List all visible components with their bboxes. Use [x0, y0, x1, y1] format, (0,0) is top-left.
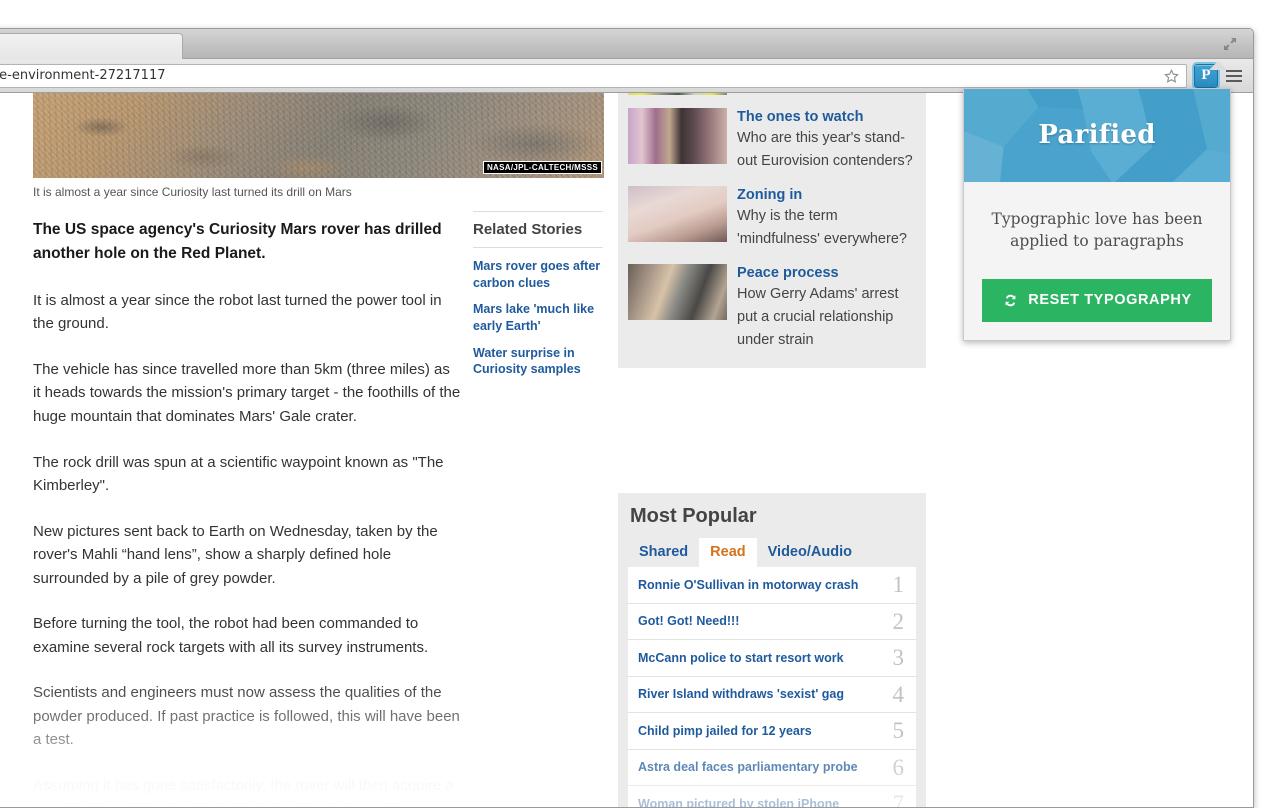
story-label: Child pimp jailed for 12 years — [638, 724, 812, 738]
url-text: ce-environment-27217117 — [0, 68, 166, 83]
story-label: Astra deal faces parliamentary probe — [638, 760, 858, 774]
feature-item[interactable]: The ones to watch Who are this year's st… — [628, 101, 916, 179]
most-popular-tabs: Shared Read Video/Audio — [628, 538, 916, 567]
feature-description: Who are this year's stand-out Eurovision… — [737, 130, 913, 169]
article-intro: The US space agency's Curiosity Mars rov… — [33, 218, 458, 267]
browser-tab[interactable] — [0, 33, 183, 59]
prison-thumbnail — [628, 93, 727, 95]
story-rank: 3 — [893, 646, 905, 669]
story-label: Got! Got! Need!!! — [638, 614, 739, 628]
story-label: River Island withdraws 'sexist' gag — [638, 687, 844, 701]
feature-title[interactable]: Zoning in — [737, 186, 916, 205]
feature-item[interactable]: in an open prison? — [628, 93, 916, 101]
most-popular-row[interactable]: Child pimp jailed for 12 years 5 — [628, 713, 916, 750]
article-paragraph: New pictures sent back to Earth on Wedne… — [33, 520, 461, 591]
reset-typography-label: RESET TYPOGRAPHY — [1028, 292, 1192, 308]
eye-thumbnail — [628, 186, 727, 242]
feature-item[interactable]: Zoning in Why is the term 'mindfulness' … — [628, 179, 916, 257]
most-popular-row[interactable]: Ronnie O'Sullivan in motorway crash 1 — [628, 567, 916, 604]
most-popular-row[interactable]: Woman pictured by stolen iPhone 7 — [628, 786, 916, 807]
parified-header: Parified — [964, 89, 1230, 182]
story-rank: 1 — [893, 573, 905, 596]
address-bar[interactable]: ce-environment-27217117 — [0, 64, 1187, 88]
most-popular-list: Ronnie O'Sullivan in motorway crash 1 Go… — [628, 567, 916, 807]
parified-body: Typographic love has been applied to par… — [964, 182, 1230, 340]
parified-brand-title: Parified — [964, 89, 1230, 182]
features-column: in an open prison? The ones to watch Who… — [618, 93, 926, 368]
divider — [473, 247, 603, 248]
related-story-link[interactable]: Mars rover goes after carbon clues — [473, 258, 603, 291]
star-icon[interactable] — [1163, 68, 1180, 85]
photo-credit: NASA/JPL-CALTECH/MSSS — [483, 161, 602, 174]
article-column: NASA/JPL-CALTECH/MSSS It is almost a yea… — [33, 93, 473, 807]
mars-drill-photo: NASA/JPL-CALTECH/MSSS — [33, 93, 604, 178]
related-stories-title: Related Stories — [473, 221, 603, 247]
related-story-link[interactable]: Mars lake 'much like early Earth' — [473, 301, 603, 334]
feature-item[interactable]: Peace process How Gerry Adams' arrest pu… — [628, 257, 916, 358]
related-stories: Related Stories Mars rover goes after ca… — [473, 211, 603, 388]
article-paragraph: Before turning the tool, the robot had b… — [33, 612, 461, 659]
story-rank: 2 — [893, 610, 905, 633]
feature-description: How Gerry Adams' arrest put a crucial re… — [737, 286, 899, 348]
article-paragraph: Assuming it has gone satisfactorily, the… — [33, 774, 461, 807]
most-popular-row[interactable]: Got! Got! Need!!! 2 — [628, 604, 916, 641]
photo-caption: It is almost a year since Curiosity last… — [33, 178, 463, 201]
reset-typography-button[interactable]: RESET TYPOGRAPHY — [982, 279, 1212, 322]
story-label: Ronnie O'Sullivan in motorway crash — [638, 578, 858, 592]
related-story-link[interactable]: Water surprise in Curiosity samples — [473, 345, 603, 378]
most-popular-panel: Most Popular Shared Read Video/Audio Ron… — [618, 493, 926, 807]
story-rank: 6 — [893, 756, 905, 779]
story-label: Woman pictured by stolen iPhone — [638, 797, 839, 807]
tab-video-audio[interactable]: Video/Audio — [757, 538, 863, 567]
article-paragraph: The rock drill was spun at a scientific … — [33, 451, 461, 498]
eurovision-thumbnail — [628, 108, 727, 164]
refresh-icon — [1002, 292, 1019, 309]
parified-status-message: Typographic love has been applied to par… — [982, 208, 1212, 253]
most-popular-row[interactable]: Astra deal faces parliamentary probe 6 — [628, 750, 916, 787]
most-popular-row[interactable]: McCann police to start resort work 3 — [628, 640, 916, 677]
tab-shared[interactable]: Shared — [628, 538, 699, 567]
desktop-background: ce-environment-27217117 P NASA/JPL-CALTE… — [0, 0, 1280, 800]
story-rank: 4 — [893, 683, 905, 706]
maximize-icon[interactable] — [1221, 35, 1239, 53]
article-paragraph: The vehicle has since travelled more tha… — [33, 358, 461, 429]
most-popular-row[interactable]: River Island withdraws 'sexist' gag 4 — [628, 677, 916, 714]
article-paragraph: Scientists and engineers must now assess… — [33, 681, 461, 752]
story-label: McCann police to start resort work — [638, 651, 844, 665]
divider — [473, 211, 603, 212]
most-popular-title: Most Popular — [628, 503, 916, 538]
feature-title[interactable]: The ones to watch — [737, 108, 916, 127]
parified-popup: Parified Typographic love has been appli… — [963, 88, 1231, 341]
peace-process-thumbnail — [628, 264, 727, 320]
browser-tab-strip — [0, 29, 1253, 59]
feature-title[interactable]: Peace process — [737, 264, 916, 283]
tab-read[interactable]: Read — [699, 538, 756, 567]
popup-pointer-arrow — [1209, 61, 1227, 70]
story-rank: 5 — [893, 719, 905, 742]
feature-description: Why is the term 'mindfulness' everywhere… — [737, 208, 907, 247]
article-paragraph: It is almost a year since the robot last… — [33, 289, 461, 336]
